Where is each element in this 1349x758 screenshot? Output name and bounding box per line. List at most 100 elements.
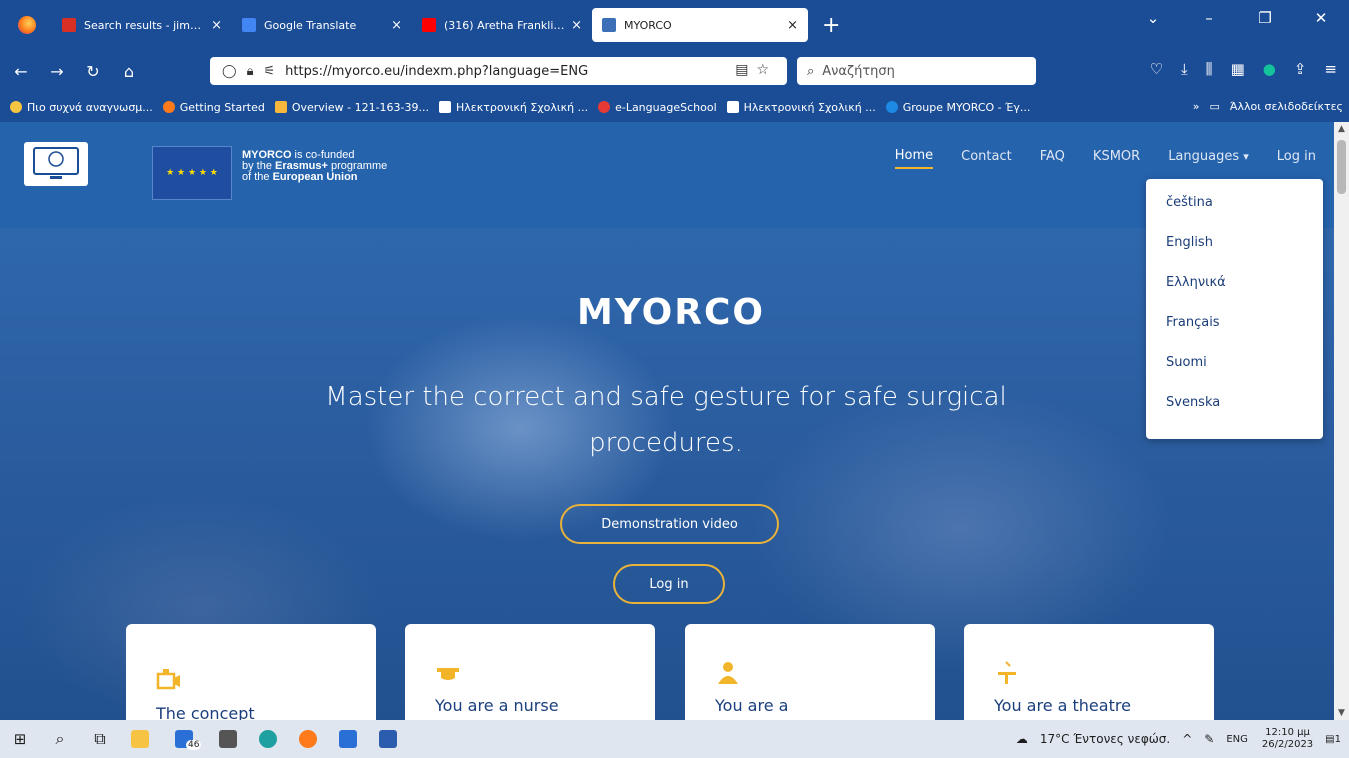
folder-icon[interactable]: ▭ — [1209, 100, 1219, 113]
shield-icon[interactable]: ◯ — [222, 64, 237, 79]
card-nurse[interactable]: You are a nurse — [405, 624, 655, 720]
close-window-icon[interactable]: ✕ — [1293, 9, 1349, 27]
card-theatre[interactable]: You are a theatre — [964, 624, 1214, 720]
reload-icon[interactable]: ↻ — [78, 62, 108, 81]
start-icon[interactable]: ⊞ — [0, 720, 40, 758]
home-icon[interactable]: ⌂ — [114, 62, 144, 81]
bookmark-item[interactable]: e-LanguageSchool — [598, 101, 717, 114]
file-explorer-icon[interactable] — [120, 720, 160, 758]
firefox-icon[interactable] — [288, 720, 328, 758]
nav-contact[interactable]: Contact — [961, 149, 1012, 168]
site-favicon-icon — [602, 18, 616, 32]
clock[interactable]: 12:10 μμ 26/2/2023 — [1262, 727, 1313, 751]
demo-video-button[interactable]: Demonstration video — [560, 504, 779, 544]
mail-badge: 46 — [186, 740, 202, 750]
edge-icon[interactable] — [248, 720, 288, 758]
nav-home[interactable]: Home — [894, 148, 934, 169]
tab-list-icon[interactable]: ⌄ — [1125, 9, 1181, 27]
search-icon[interactable]: ⌕ — [40, 720, 80, 758]
close-tab-icon[interactable]: × — [211, 18, 222, 33]
calculator-icon[interactable] — [208, 720, 248, 758]
nav-languages[interactable]: Languages ▾ — [1168, 149, 1249, 168]
card-title: The concept — [156, 704, 255, 720]
forward-icon[interactable]: → — [42, 62, 72, 81]
language-option[interactable]: Suomi — [1146, 355, 1323, 395]
bookmark-item[interactable]: Getting Started — [162, 101, 265, 114]
input-language[interactable]: ENG — [1226, 734, 1248, 745]
bookmark-item[interactable]: Πιο συχνά αναγνωσμ... — [10, 101, 153, 114]
url-bar[interactable]: ◯ 🔒︎ ⚟ https://myorco.eu/indexm.php?lang… — [210, 57, 787, 85]
library-icon[interactable]: ⫼ — [1206, 60, 1213, 78]
download-icon[interactable]: ⤓ — [1181, 60, 1188, 78]
browser-tab-active[interactable]: MYORCO × — [592, 8, 808, 42]
menu-icon[interactable]: ≡ — [1324, 60, 1337, 78]
scrollbar-thumb[interactable] — [1337, 140, 1346, 194]
reader-bookmark-icons[interactable]: ▤☆ — [735, 62, 777, 78]
surgeon-icon — [718, 662, 738, 684]
chevron-right-icon[interactable]: » — [1193, 100, 1200, 113]
word-icon[interactable] — [368, 720, 408, 758]
other-bookmarks[interactable]: Άλλοι σελιδοδείκτες — [1230, 100, 1343, 113]
browser-tab[interactable]: Google Translate × — [232, 7, 412, 43]
tab-title: (316) Aretha Franklin - Tribute to — [444, 18, 565, 32]
close-tab-icon[interactable]: × — [787, 18, 798, 33]
clock-date: 26/2/2023 — [1261, 739, 1314, 750]
scroll-down-icon[interactable]: ▼ — [1334, 708, 1349, 718]
tab-title: MYORCO — [624, 18, 672, 32]
language-option[interactable]: čeština — [1146, 195, 1323, 235]
card-concept[interactable]: The concept — [126, 624, 376, 720]
grammarly-icon[interactable]: ● — [1263, 60, 1276, 78]
tab-title: Google Translate — [264, 18, 357, 32]
bookmark-item[interactable]: Overview - 121-163-39... — [274, 101, 429, 114]
weather-text[interactable]: 17°C Έντονες νεφώσ. — [1040, 732, 1170, 746]
gear-icon — [10, 101, 22, 113]
new-tab-button[interactable]: + — [822, 13, 840, 38]
share-icon[interactable]: ⇪ — [1294, 60, 1307, 78]
task-view-icon[interactable]: ⧉ — [80, 720, 120, 758]
eu-flag-icon: ★ ★ ★ ★ ★ — [152, 146, 232, 200]
search-placeholder[interactable]: Αναζήτηση — [822, 64, 895, 79]
restore-icon[interactable]: ❐ — [1237, 9, 1293, 27]
browser-tab[interactable]: Search results - jimmpoulis@gm × — [52, 7, 232, 43]
search-bar[interactable]: ⌕ Αναζήτηση — [797, 57, 1036, 85]
language-school-icon — [598, 101, 611, 113]
bookmark-item[interactable]: Ηλεκτρονική Σχολική ... — [439, 101, 588, 114]
back-icon[interactable]: ← — [6, 62, 36, 81]
url-text[interactable]: https://myorco.eu/indexm.php?language=EN… — [285, 64, 588, 79]
language-option[interactable]: English — [1146, 235, 1323, 275]
drive-icon — [274, 101, 287, 113]
nav-ksmor[interactable]: KSMOR — [1093, 149, 1140, 168]
tray-chevron-up-icon[interactable]: ^ — [1182, 732, 1192, 746]
close-tab-icon[interactable]: × — [571, 18, 582, 33]
browser-nav-bar: ← → ↻ ⌂ ◯ 🔒︎ ⚟ https://myorco.eu/indexm.… — [0, 50, 1349, 92]
bookmark-item[interactable]: Ηλεκτρονική Σχολική ... — [726, 101, 876, 114]
bookmark-item[interactable]: Groupe MYORCO - Έγ... — [885, 101, 1030, 114]
pocket-icon[interactable]: ♡ — [1150, 60, 1163, 78]
scroll-up-icon[interactable]: ▲ — [1334, 124, 1349, 134]
notification-icon[interactable]: ▤1 — [1325, 734, 1341, 745]
language-option[interactable]: Ελληνικά — [1146, 275, 1323, 315]
nav-faq[interactable]: FAQ — [1040, 149, 1065, 168]
card-title: You are a theatre — [994, 696, 1131, 715]
permissions-icon[interactable]: ⚟ — [263, 64, 275, 79]
hero-login-button[interactable]: Log in — [613, 564, 725, 604]
language-option[interactable]: Svenska — [1146, 395, 1323, 435]
extension-icon[interactable]: ▦ — [1231, 60, 1245, 78]
bookmarks-overflow: » ▭ Άλλοι σελιδοδείκτες — [1193, 100, 1343, 113]
minimize-icon[interactable]: – — [1181, 9, 1237, 27]
pen-icon[interactable]: ✎ — [1204, 732, 1214, 746]
site-header: ★ ★ ★ ★ ★ MYORCO is co-funded by the Era… — [0, 122, 1334, 228]
close-tab-icon[interactable]: × — [391, 18, 402, 33]
page-scrollbar[interactable]: ▲ ▼ — [1334, 122, 1349, 720]
nav-login[interactable]: Log in — [1277, 149, 1316, 168]
language-dropdown: čeština English Ελληνικά Français Suomi … — [1146, 179, 1323, 439]
browser-tab[interactable]: (316) Aretha Franklin - Tribute to × — [412, 7, 592, 43]
hero-subtitle: Master the correct and safe gesture for … — [325, 382, 1007, 458]
mail-icon[interactable]: 46 — [160, 720, 208, 758]
card-surgeon[interactable]: You are a — [685, 624, 935, 720]
myorco-logo[interactable] — [24, 142, 88, 186]
language-option[interactable]: Français — [1146, 315, 1323, 355]
store-icon[interactable] — [328, 720, 368, 758]
lock-icon[interactable]: 🔒︎ — [247, 64, 254, 79]
firefox-menu-icon[interactable] — [18, 16, 36, 34]
